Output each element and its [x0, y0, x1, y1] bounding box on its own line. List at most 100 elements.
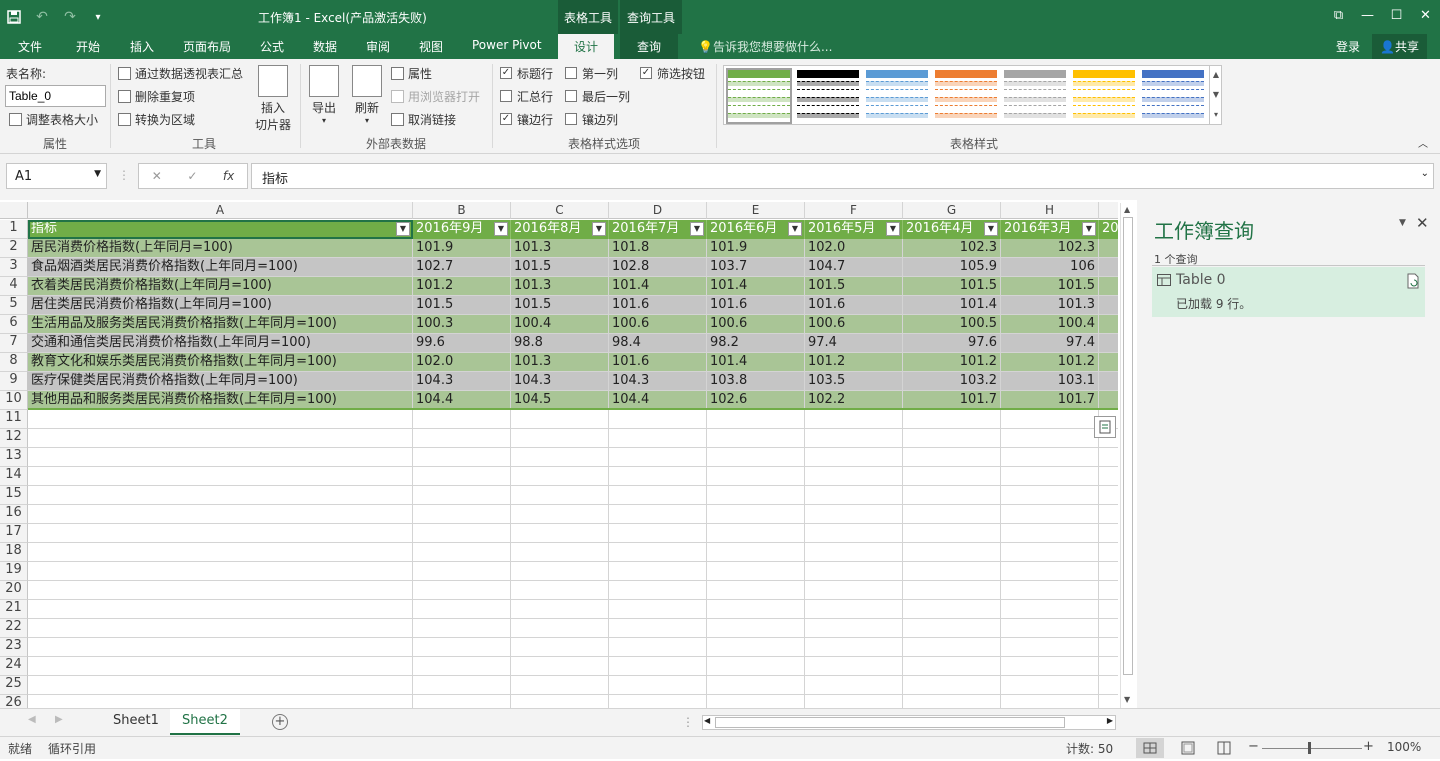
banded-rows-checkbox[interactable]: ✓ — [500, 113, 512, 125]
pane-options-icon[interactable]: ▼ — [1399, 218, 1406, 228]
table-style-swatch[interactable] — [935, 70, 997, 122]
empty-cell[interactable] — [511, 543, 609, 562]
vertical-scroll-thumb[interactable] — [1123, 217, 1133, 675]
value-cell[interactable]: 100.6 — [609, 315, 707, 334]
empty-cell[interactable] — [707, 467, 805, 486]
empty-cell[interactable] — [1099, 524, 1118, 543]
split-handle-icon[interactable]: ⋮ — [682, 715, 694, 729]
row-header[interactable]: 18 — [0, 543, 28, 562]
table-style-swatch[interactable] — [1073, 70, 1135, 122]
sheet-tab-sheet2[interactable]: Sheet2 — [170, 709, 240, 735]
empty-cell[interactable] — [903, 486, 1001, 505]
enter-icon[interactable]: ✓ — [187, 169, 197, 183]
value-cell[interactable]: 102.3 — [1001, 239, 1099, 258]
empty-cell[interactable] — [707, 600, 805, 619]
empty-cell[interactable] — [805, 638, 903, 657]
value-cell[interactable]: 101.2 — [413, 277, 511, 296]
empty-cell[interactable] — [28, 429, 413, 448]
total-row-checkbox[interactable] — [500, 90, 512, 102]
empty-cell[interactable] — [1099, 600, 1118, 619]
empty-cell[interactable] — [805, 448, 903, 467]
empty-cell[interactable] — [413, 543, 511, 562]
value-cell[interactable]: 103.1 — [1001, 372, 1099, 391]
name-box[interactable]: A1 ▼ — [6, 163, 107, 189]
indicator-cell[interactable]: 食品烟酒类居民消费价格指数(上年同月=100) — [28, 258, 413, 277]
empty-cell[interactable] — [805, 695, 903, 708]
column-header-g[interactable]: G — [903, 202, 1001, 219]
value-cell[interactable]: 101.7 — [903, 391, 1001, 410]
column-header-c[interactable]: C — [511, 202, 609, 219]
row-header[interactable]: 5 — [0, 296, 28, 315]
value-cell[interactable]: 101.5 — [903, 277, 1001, 296]
empty-cell[interactable] — [1001, 505, 1099, 524]
empty-cell[interactable] — [1001, 410, 1099, 429]
empty-cell[interactable] — [805, 676, 903, 695]
empty-cell[interactable] — [28, 486, 413, 505]
empty-cell[interactable] — [413, 524, 511, 543]
filter-dropdown-icon[interactable]: ▼ — [886, 222, 900, 236]
filter-button-checkbox[interactable]: ✓ — [640, 67, 652, 79]
gallery-down-icon[interactable]: ▼ — [1210, 85, 1222, 105]
pane-close-icon[interactable]: ✕ — [1416, 214, 1429, 232]
tab-view[interactable]: 视图 — [419, 38, 443, 55]
zoom-slider[interactable] — [1262, 748, 1362, 749]
query-refresh-icon[interactable] — [1406, 273, 1420, 289]
last-column-checkbox[interactable] — [565, 90, 577, 102]
value-cell[interactable]: 100.4 — [511, 315, 609, 334]
empty-cell[interactable] — [28, 410, 413, 429]
tab-page-layout[interactable]: 页面布局 — [183, 38, 231, 55]
empty-cell[interactable] — [707, 676, 805, 695]
empty-cell[interactable] — [511, 562, 609, 581]
empty-cell[interactable] — [1001, 448, 1099, 467]
empty-cell[interactable] — [511, 524, 609, 543]
column-header-e[interactable]: E — [707, 202, 805, 219]
empty-cell[interactable] — [609, 657, 707, 676]
empty-cell[interactable] — [805, 410, 903, 429]
empty-cell[interactable] — [1099, 657, 1118, 676]
empty-cell[interactable] — [28, 619, 413, 638]
empty-cell[interactable] — [28, 657, 413, 676]
prev-sheet-icon[interactable]: ◀ — [28, 714, 36, 725]
next-sheet-icon[interactable]: ▶ — [55, 714, 63, 725]
empty-cell[interactable] — [1001, 524, 1099, 543]
row-header[interactable]: 13 — [0, 448, 28, 467]
worksheet-grid[interactable]: A B C D E F G H 1 2 3 4 5 6 7 8 9 10 11 12 13 14 15 16 17 18 19 20 2… — [0, 200, 1118, 708]
empty-cell[interactable] — [28, 562, 413, 581]
row-header[interactable]: 8 — [0, 353, 28, 372]
empty-cell[interactable] — [903, 467, 1001, 486]
empty-cell[interactable] — [805, 486, 903, 505]
empty-cell[interactable] — [903, 657, 1001, 676]
empty-cell[interactable] — [511, 410, 609, 429]
empty-cell[interactable] — [805, 562, 903, 581]
row-header[interactable]: 10 — [0, 391, 28, 410]
tab-power-pivot[interactable]: Power Pivot — [472, 38, 542, 52]
value-cell[interactable]: 101.4 — [609, 277, 707, 296]
value-cell-partial[interactable] — [1099, 277, 1118, 296]
value-cell[interactable]: 105.9 — [903, 258, 1001, 277]
row-header[interactable]: 20 — [0, 581, 28, 600]
empty-cell[interactable] — [609, 543, 707, 562]
unlink-button[interactable]: 取消链接 — [391, 111, 456, 128]
empty-cell[interactable] — [413, 505, 511, 524]
value-cell[interactable]: 101.5 — [805, 277, 903, 296]
empty-cell[interactable] — [805, 600, 903, 619]
value-cell[interactable]: 101.6 — [707, 296, 805, 315]
empty-cell[interactable] — [609, 600, 707, 619]
empty-cell[interactable] — [805, 581, 903, 600]
column-header-partial[interactable] — [1099, 202, 1118, 219]
tab-design[interactable]: 设计 — [558, 34, 615, 59]
empty-cell[interactable] — [609, 505, 707, 524]
empty-cell[interactable] — [903, 448, 1001, 467]
table-header-cell[interactable]: 20 — [1099, 220, 1118, 239]
empty-cell[interactable] — [903, 429, 1001, 448]
empty-cell[interactable] — [28, 695, 413, 708]
empty-cell[interactable] — [1099, 448, 1118, 467]
indicator-cell[interactable]: 生活用品及服务类居民消费价格指数(上年同月=100) — [28, 315, 413, 334]
scroll-left-icon[interactable]: ◀ — [704, 716, 710, 725]
value-cell[interactable]: 101.6 — [805, 296, 903, 315]
value-cell[interactable]: 99.6 — [413, 334, 511, 353]
empty-cell[interactable] — [707, 581, 805, 600]
empty-cell[interactable] — [707, 448, 805, 467]
value-cell-partial[interactable] — [1099, 391, 1118, 410]
empty-cell[interactable] — [805, 524, 903, 543]
